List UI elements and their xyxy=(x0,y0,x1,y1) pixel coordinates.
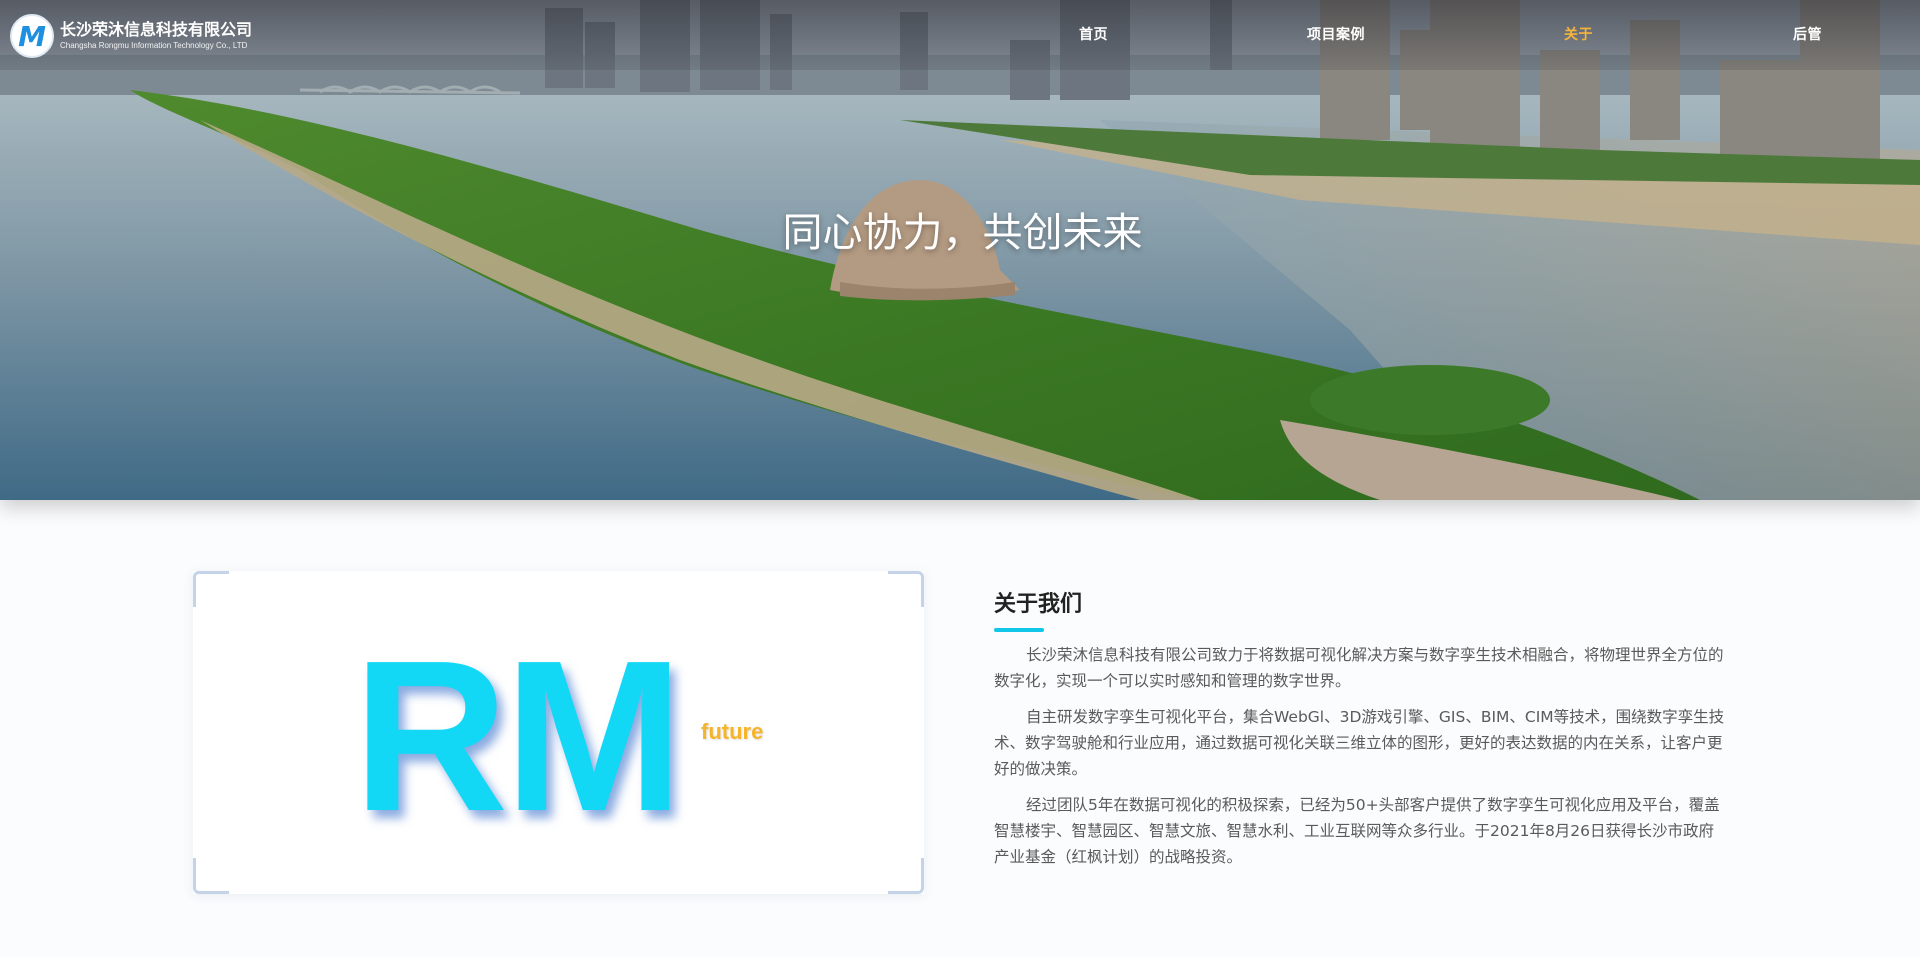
nav-item-about[interactable]: 关于 xyxy=(1564,24,1593,44)
rm-brand-subtitle: future xyxy=(701,719,764,744)
heading-underline xyxy=(994,628,1044,632)
logo-mark-letter: M xyxy=(18,19,46,53)
about-paragraph: 长沙荣沐信息科技有限公司致力于将数据可视化解决方案与数字孪生技术相融合，将物理世… xyxy=(994,646,1724,690)
about-paragraph: 经过团队5年在数据可视化的积极探索，已经为50+头部客户提供了数字孪生可视化应用… xyxy=(994,796,1720,866)
about-paragraph: 自主研发数字孪生可视化平台，集合WebGl、3D游戏引擎、GIS、BIM、CIM… xyxy=(994,708,1725,778)
card-corner-decoration xyxy=(193,571,229,607)
about-logo-card: RM future xyxy=(193,571,924,894)
nav-item-home[interactable]: 首页 xyxy=(1079,24,1108,44)
card-corner-decoration xyxy=(193,858,229,894)
card-corner-decoration xyxy=(888,858,924,894)
company-name-en: Changsha Rongmu Information Technology C… xyxy=(60,41,248,50)
rm-brand-logo: RM xyxy=(353,615,683,856)
nav-item-admin[interactable]: 后管 xyxy=(1793,24,1822,44)
hero-slogan: 同心协力，共创未来 xyxy=(782,210,1143,256)
about-heading: 关于我们 xyxy=(994,592,1083,617)
company-name-cn: 长沙荣沐信息科技有限公司 xyxy=(60,20,253,39)
card-corner-decoration xyxy=(888,571,924,607)
logo-mark-icon: M xyxy=(10,14,54,58)
nav-item-projects[interactable]: 项目案例 xyxy=(1307,24,1365,44)
hero-banner: M 长沙荣沐信息科技有限公司 Changsha Rongmu Informati… xyxy=(0,0,1920,500)
top-navigation: M 长沙荣沐信息科技有限公司 Changsha Rongmu Informati… xyxy=(0,0,1920,70)
about-description: 长沙荣沐信息科技有限公司致力于将数据可视化解决方案与数字孪生技术相融合，将物理世… xyxy=(994,642,1728,880)
company-logo[interactable]: M 长沙荣沐信息科技有限公司 Changsha Rongmu Informati… xyxy=(10,14,252,58)
logo-text: 长沙荣沐信息科技有限公司 Changsha Rongmu Information… xyxy=(60,20,252,52)
